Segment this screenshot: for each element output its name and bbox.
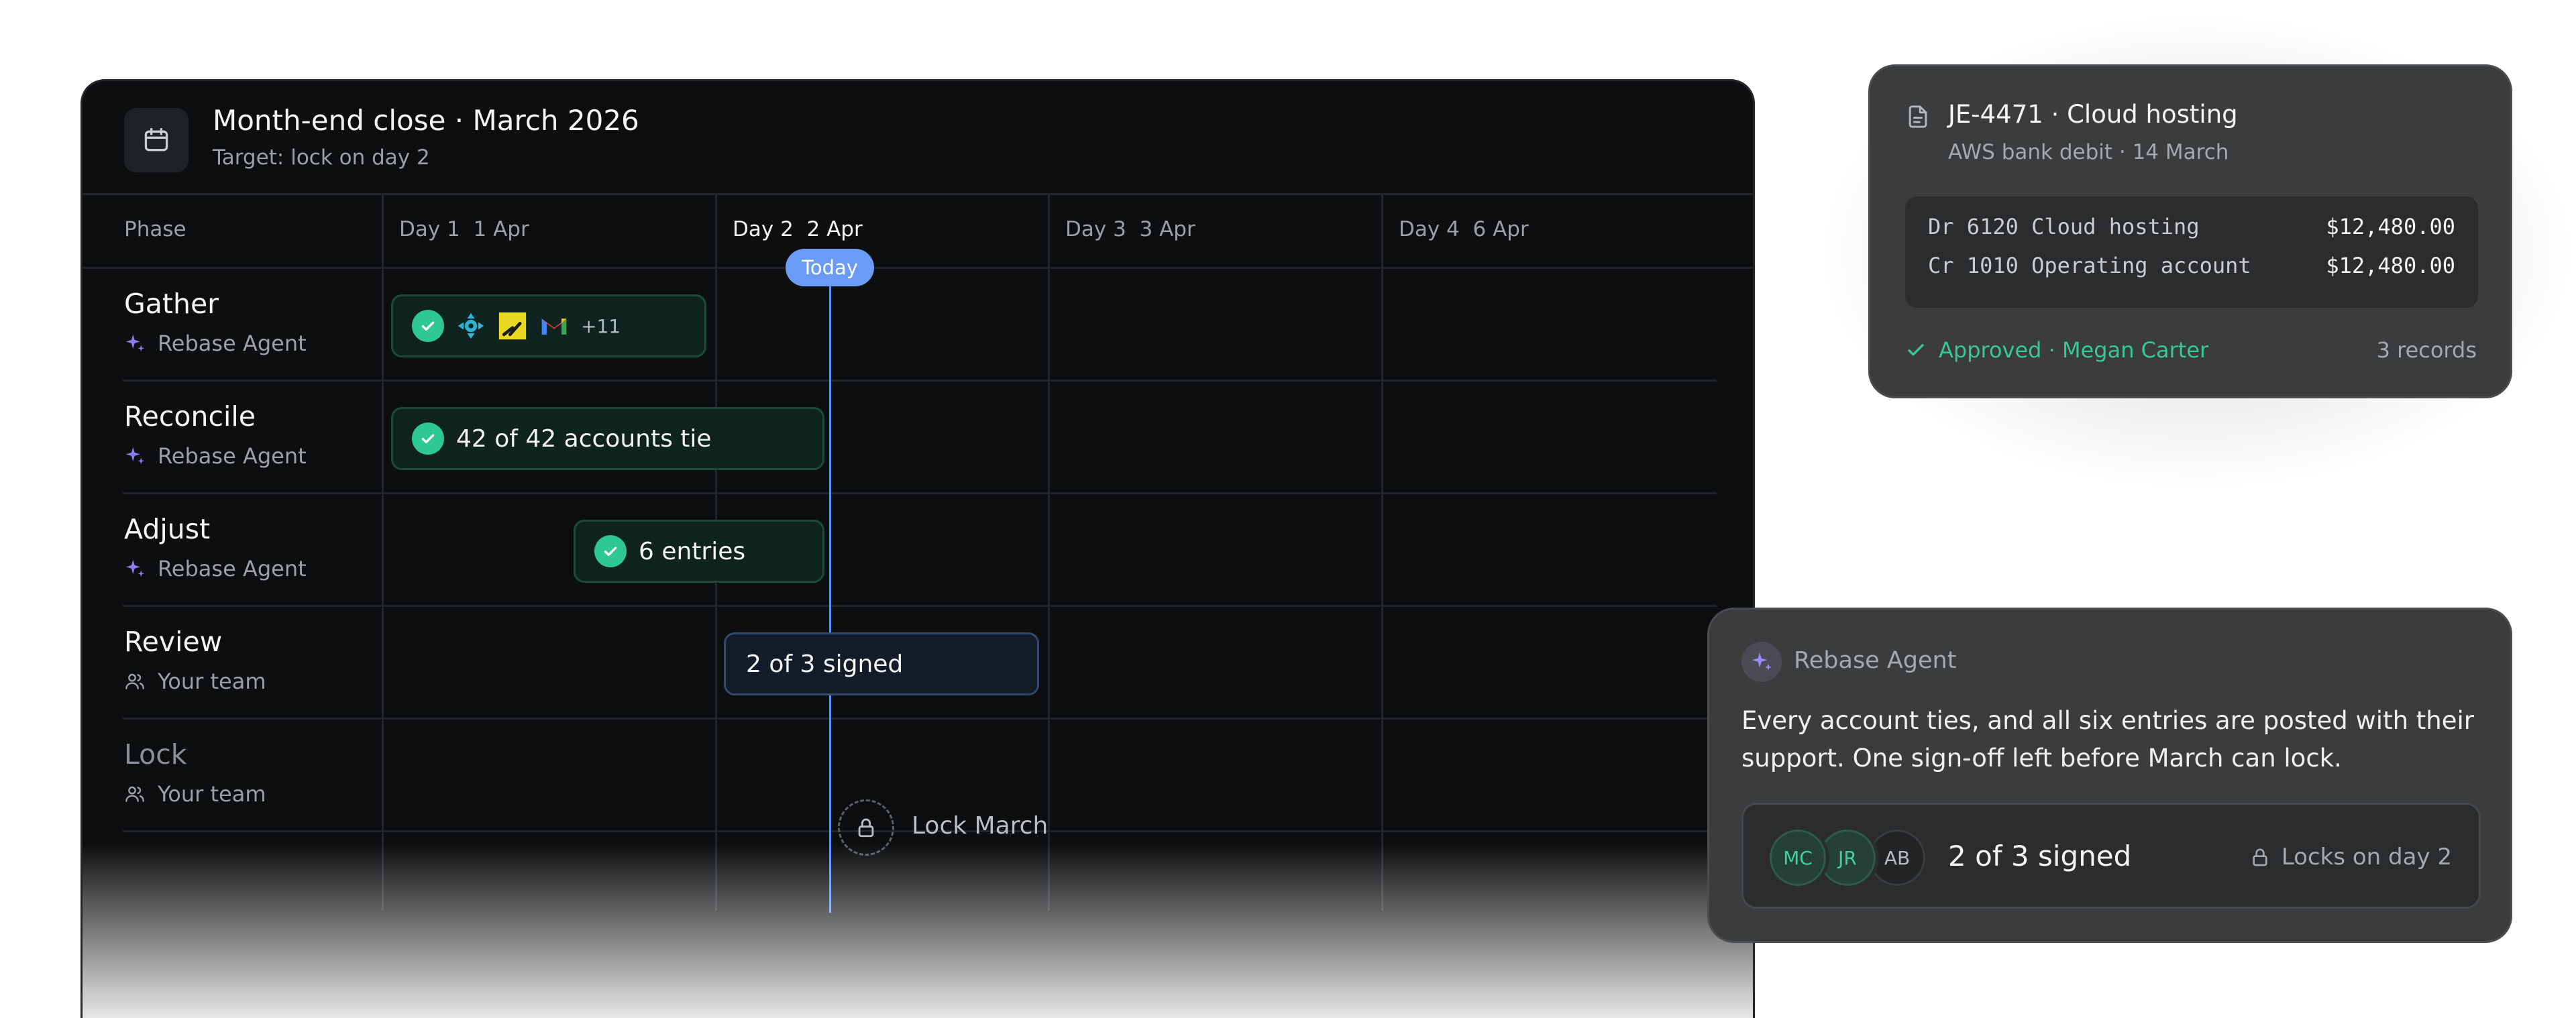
check-icon — [1908, 343, 1924, 356]
today-marker: Today — [786, 249, 874, 286]
journal-lines: Dr 6120 Cloud hosting $12,480.00 Cr 1010… — [1905, 196, 2478, 308]
sparkle-icon — [125, 447, 144, 464]
column-header-day-4[interactable]: Day 4 6 Apr — [1399, 217, 1529, 241]
journal-entry-title: JE-4471 · Cloud hosting — [1948, 100, 2238, 129]
agent-name: Rebase Agent — [1794, 647, 1957, 674]
adjust-bar-label: 6 entries — [639, 537, 746, 565]
phase-owner: Your team — [124, 781, 266, 807]
sparkle-icon — [1741, 642, 1782, 682]
phase-owner-label: Your team — [158, 669, 266, 694]
column-header-day-3[interactable]: Day 3 3 Apr — [1065, 217, 1195, 241]
approval-status: Approved · Megan Carter — [1905, 337, 2208, 363]
review-bar-label: 2 of 3 signed — [746, 650, 904, 678]
close-timeline-panel: Month-end close · March 2026 Target: loc… — [80, 79, 1755, 1018]
team-icon — [125, 786, 144, 802]
grid-line — [382, 193, 384, 911]
lock-icon[interactable] — [838, 799, 894, 856]
journal-line-amount: $12,480.00 — [2326, 253, 2455, 278]
agent-message: Every account ties, and all six entries … — [1741, 706, 2475, 773]
check-icon — [412, 422, 444, 455]
sparkle-icon — [125, 334, 144, 351]
journal-line-amount: $12,480.00 — [2326, 214, 2455, 239]
phase-name-reconcile: Reconcile — [124, 400, 256, 433]
today-line — [829, 268, 831, 913]
phase-name-review: Review — [124, 626, 223, 658]
phase-owner: Rebase Agent — [124, 331, 307, 356]
journal-entry-subtitle: AWS bank debit · 14 March — [1948, 140, 2229, 164]
journal-line: Cr 1010 Operating account $12,480.00 — [1928, 253, 2455, 292]
phase-name-gather: Gather — [124, 288, 219, 320]
team-icon — [125, 673, 144, 689]
phase-owner-label: Rebase Agent — [158, 556, 307, 581]
lock-march-label: Lock March — [912, 812, 1049, 840]
sheets-icon — [498, 312, 527, 340]
phase-owner-label: Your team — [158, 781, 266, 807]
column-header-day-1[interactable]: Day 1 1 Apr — [399, 217, 529, 241]
gmail-icon — [541, 319, 567, 335]
bottom-fade — [83, 844, 1753, 1018]
panel-header: Month-end close · March 2026 Target: loc… — [83, 81, 1753, 195]
calendar-icon — [124, 108, 189, 172]
page-title: Month-end close · March 2026 — [213, 104, 639, 137]
signoff-count: 2 of 3 signed — [1948, 840, 2132, 872]
grid-line — [123, 605, 1717, 607]
journal-entry-card[interactable]: JE-4471 · Cloud hosting AWS bank debit ·… — [1868, 64, 2512, 398]
adjust-bar[interactable]: 6 entries — [574, 520, 824, 583]
journal-line-account: Cr 1010 Operating account — [1928, 253, 2251, 278]
grid-line — [123, 380, 1717, 382]
phase-owner: Rebase Agent — [124, 556, 307, 581]
phase-name-lock: Lock — [124, 738, 187, 771]
document-icon — [1909, 105, 1927, 128]
journal-line: Dr 6120 Cloud hosting $12,480.00 — [1928, 214, 2455, 253]
approval-label: Approved · Megan Carter — [1939, 337, 2209, 363]
agent-summary-card: Rebase Agent Every account ties, and all… — [1707, 608, 2512, 943]
signoff-status-box[interactable]: MC JR AB 2 of 3 signed Locks on day 2 — [1741, 803, 2481, 909]
gather-bar[interactable]: +11 — [391, 294, 706, 357]
grid-line — [83, 267, 1753, 269]
column-header-day-2[interactable]: Day 2 2 Apr — [733, 217, 863, 241]
records-link[interactable]: 3 records — [2377, 337, 2477, 363]
grid-line — [123, 492, 1717, 494]
reconcile-bar[interactable]: 42 of 42 accounts tie — [391, 407, 824, 470]
page-subtitle: Target: lock on day 2 — [213, 146, 430, 170]
phase-name-adjust: Adjust — [124, 513, 211, 545]
phase-owner-label: Rebase Agent — [158, 331, 307, 356]
phase-owner: Rebase Agent — [124, 443, 307, 469]
phase-owner-label: Rebase Agent — [158, 443, 307, 469]
grid-line — [1381, 193, 1383, 911]
grid-line — [1048, 193, 1050, 911]
reconcile-bar-label: 42 of 42 accounts tie — [456, 425, 712, 453]
phase-owner: Your team — [124, 669, 266, 694]
connector-icon — [458, 313, 484, 339]
lock-icon — [2253, 848, 2267, 866]
review-bar[interactable]: 2 of 3 signed — [724, 632, 1039, 695]
sparkle-icon — [125, 559, 144, 577]
more-sources-count: +11 — [581, 315, 621, 337]
lock-schedule-label: Locks on day 2 — [2281, 844, 2452, 870]
journal-line-account: Dr 6120 Cloud hosting — [1928, 214, 2200, 239]
check-icon — [412, 310, 444, 342]
grid-line — [83, 193, 1753, 195]
check-icon — [594, 535, 627, 567]
avatar: MC — [1766, 826, 1829, 889]
grid-line — [123, 718, 1717, 720]
lock-schedule: Locks on day 2 — [2249, 844, 2452, 870]
column-header-phase: Phase — [124, 217, 186, 241]
